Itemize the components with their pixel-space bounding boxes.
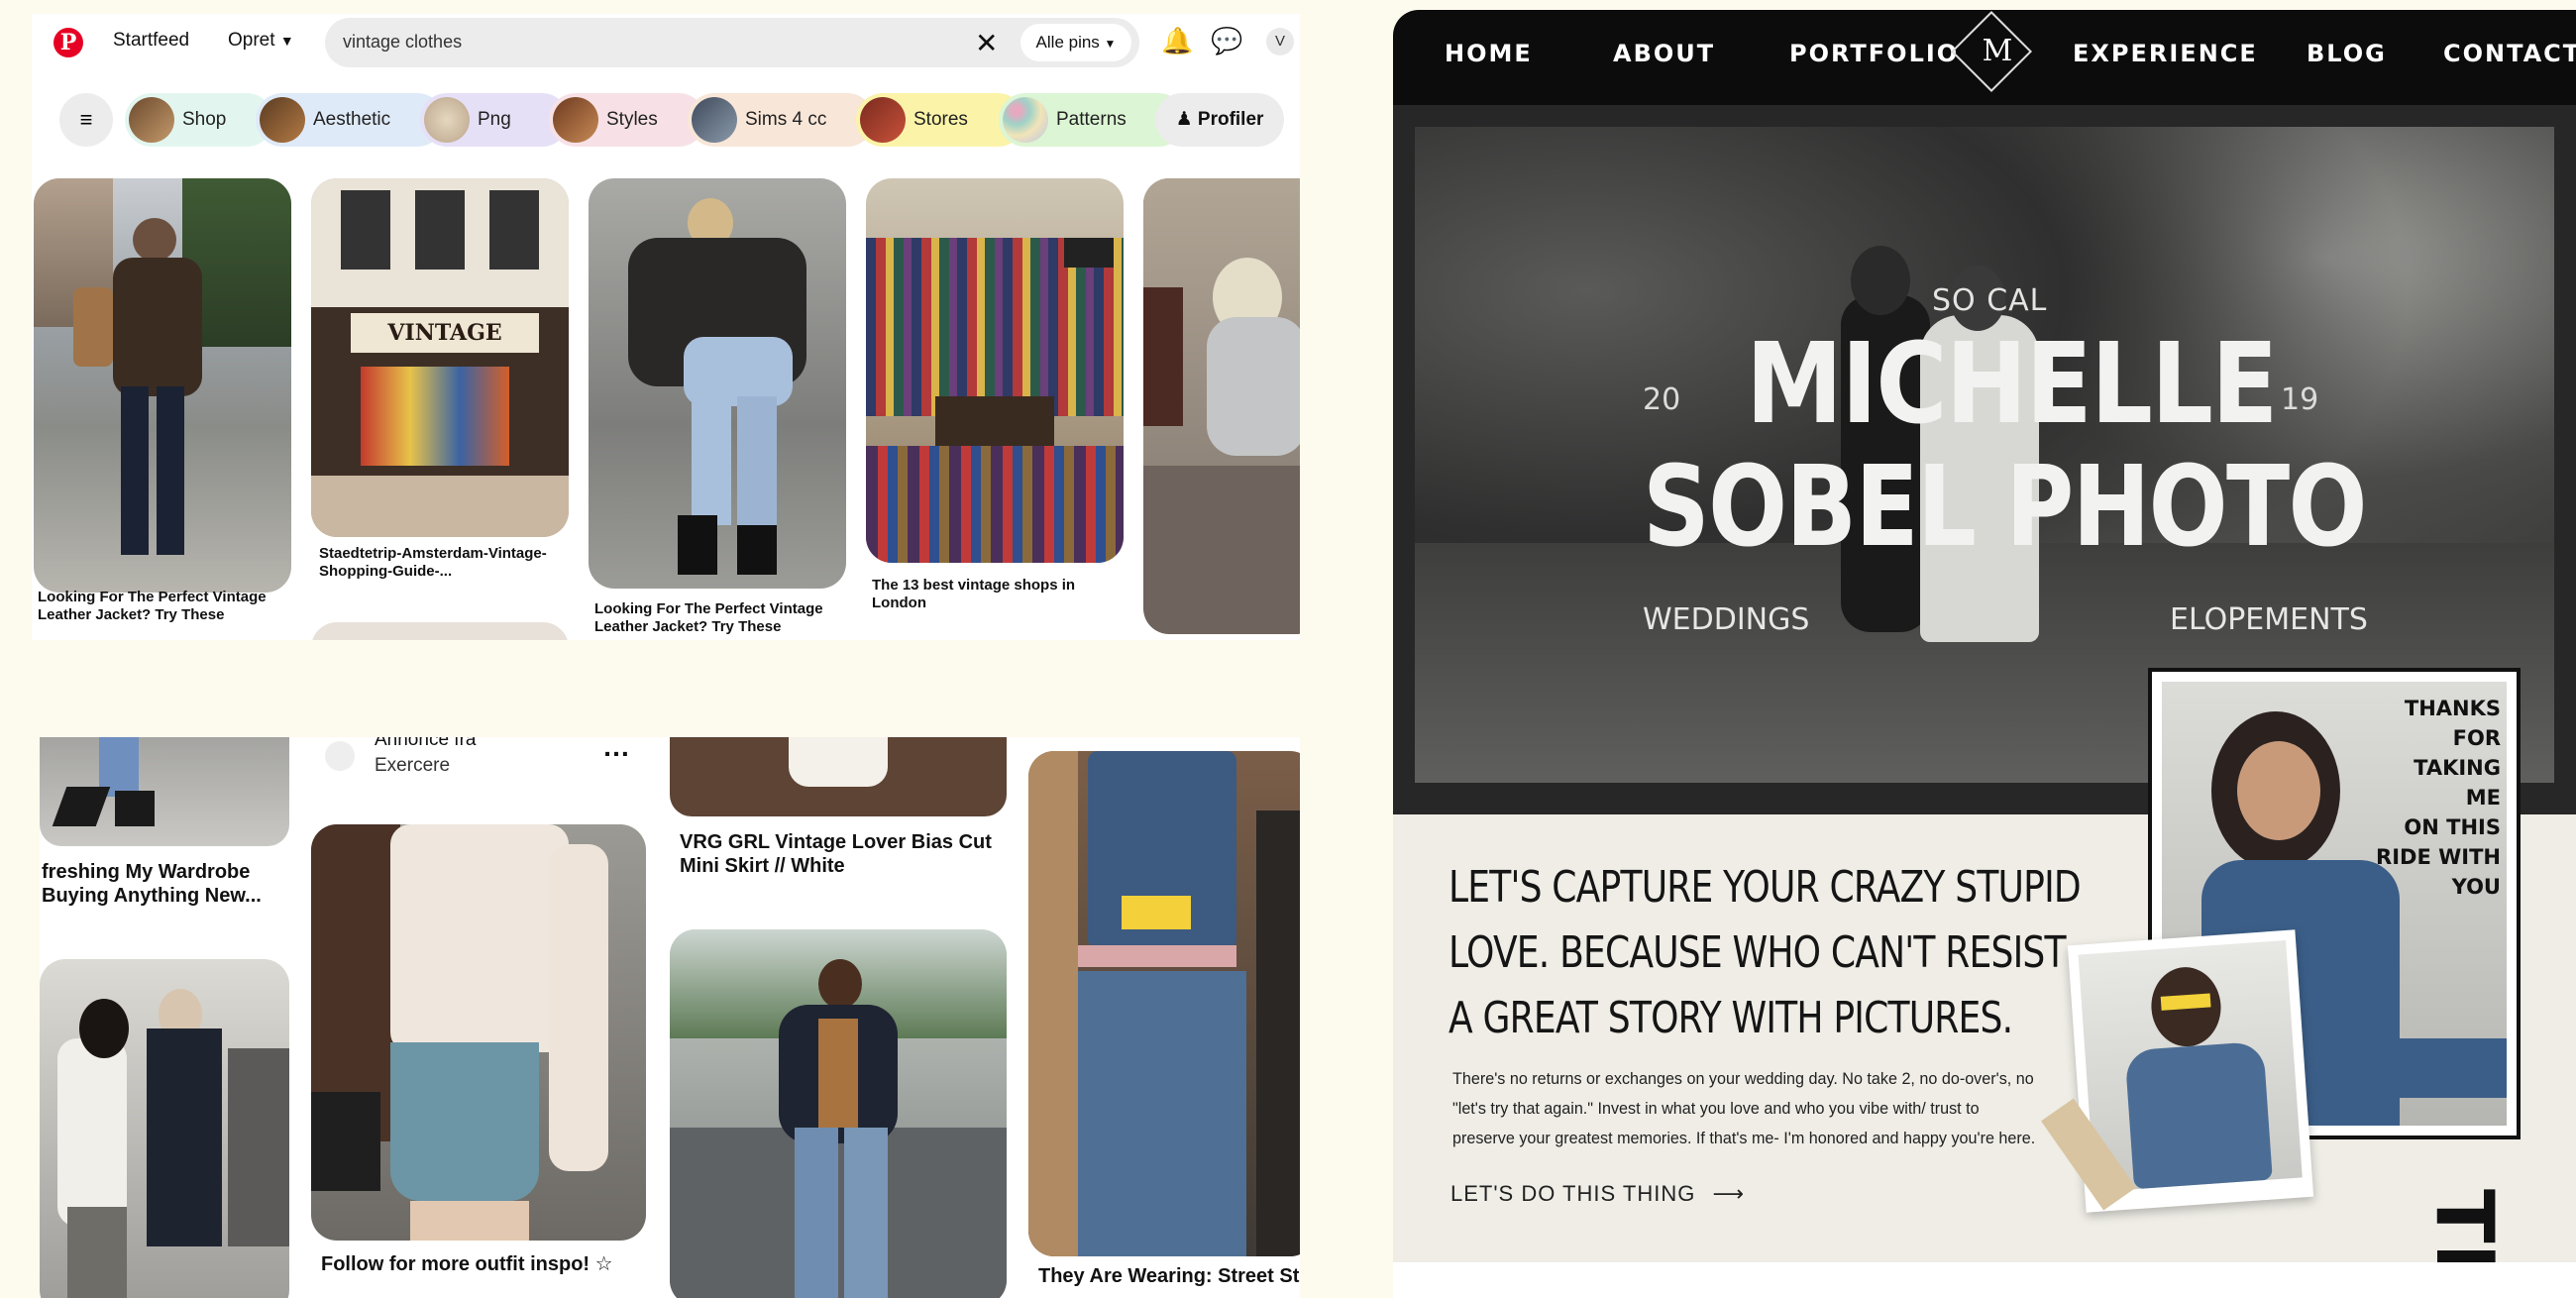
photo-note-line: TAKING ME <box>2414 756 2501 810</box>
shop-sign: VINTAGE <box>351 313 539 353</box>
cta-link[interactable]: LET'S DO THIS THING ⟶ <box>1450 1181 1745 1207</box>
chevron-down-icon: ▼ <box>1104 37 1117 51</box>
nav-contact[interactable]: CONTACT <box>2443 40 2576 67</box>
pin-caption[interactable]: The 13 best vintage shops in London <box>872 577 1120 612</box>
hero-title-line2: SOBEL PHOTO <box>1643 443 2367 572</box>
ad-source[interactable]: Exercere <box>375 755 450 777</box>
pinterest-feed-window: freshing My Wardrobe Buying Anything New… <box>40 737 1300 1298</box>
chip-sims-4-cc[interactable]: Sims 4 cc <box>688 93 874 147</box>
photo-note-line: FOR <box>2452 726 2501 750</box>
pin-caption[interactable]: Follow for more outfit inspo! ☆ <box>321 1252 648 1276</box>
pin-image-woman-leather-jacket[interactable] <box>34 178 291 593</box>
pin-image-denim-jacket-man[interactable] <box>670 929 1007 1298</box>
nav-home[interactable]: HOME <box>1445 40 1533 67</box>
pin-caption[interactable]: Staedtetrip-Amsterdam-Vintage-Shopping-G… <box>319 545 567 581</box>
nav-portfolio[interactable]: PORTFOLIO <box>1789 40 1959 67</box>
arrow-right-icon: ⟶ <box>1712 1181 1745 1206</box>
pinterest-logo-icon[interactable]: P <box>54 28 83 57</box>
chip-thumbnail <box>129 97 174 143</box>
chevron-down-icon: ▼ <box>279 33 294 49</box>
pin-image-woman-sunglasses[interactable] <box>1143 178 1300 634</box>
person-icon: ♟ <box>1175 109 1193 130</box>
chip-label: Sims 4 cc <box>745 109 827 130</box>
pin-image-street-crowd[interactable] <box>40 959 289 1298</box>
chip-thumbnail <box>1003 97 1048 143</box>
pin-caption[interactable]: VRG GRL Vintage Lover Bias Cut Mini Skir… <box>680 830 1007 878</box>
avatar[interactable]: V <box>1266 28 1294 55</box>
tagline-line2: LOVE. BECAUSE WHO CAN'T RESIST <box>1449 927 2067 978</box>
search-input[interactable]: vintage clothes ✕ Alle pins ▼ <box>325 18 1139 67</box>
pin-image-denim-outfit[interactable] <box>1028 751 1300 1256</box>
chip-thumbnail <box>553 97 598 143</box>
pin-caption[interactable]: Looking For The Perfect Vintage Leather … <box>594 600 842 636</box>
site-navbar: HOME ABOUT PORTFOLIO M EXPERIENCE BLOG C… <box>1393 10 2576 105</box>
advertiser-avatar[interactable] <box>325 741 355 771</box>
search-query: vintage clothes <box>343 32 463 52</box>
chip-thumbnail <box>860 97 906 143</box>
photo-note-line: ON THIS <box>2404 815 2501 839</box>
nav-create-label: Opret <box>228 30 275 51</box>
photo-note-line: YOU <box>2451 875 2501 899</box>
pin-image-woman-jeans-chair[interactable] <box>589 178 846 589</box>
tagline-line3: A GREAT STORY WITH PICTURES. <box>1449 993 2013 1043</box>
photo-note-line: THANKS <box>2404 697 2501 720</box>
pin-image-partial-skirt[interactable] <box>670 737 1007 816</box>
pin-caption[interactable]: Looking For The Perfect Vintage Leather … <box>38 589 285 624</box>
chip-label: Png <box>478 109 511 130</box>
chip-aesthetic[interactable]: Aesthetic <box>256 93 444 147</box>
profiles-label: Profiler <box>1197 109 1264 130</box>
chip-label: Stores <box>913 109 968 130</box>
photo-note: THANKS FOR TAKING ME ON THIS RIDE WITH Y… <box>2372 694 2501 902</box>
site-logo[interactable]: M <box>1978 34 2017 68</box>
chip-thumbnail <box>424 97 470 143</box>
intro-paragraph: There's no returns or exchanges on your … <box>1452 1069 2036 1147</box>
hero-elopements-label: ELOPEMENTS <box>2170 602 2368 637</box>
nav-home-link[interactable]: Startfeed <box>113 30 189 52</box>
pin-image-vintage-shop-interior[interactable] <box>866 178 1124 563</box>
hero-weddings-label: WEDDINGS <box>1643 602 1810 637</box>
chip-thumbnail <box>692 97 737 143</box>
more-options-icon[interactable]: … <box>602 737 630 763</box>
nav-blog[interactable]: BLOG <box>2307 40 2387 67</box>
pin-filter-label: Alle pins <box>1035 33 1100 52</box>
nav-about[interactable]: ABOUT <box>1613 40 1715 67</box>
photo-note-line: RIDE WITH <box>2376 845 2501 869</box>
pin-image-vintage-shopfront[interactable]: VINTAGE <box>311 178 569 537</box>
chip-label: Patterns <box>1056 109 1127 130</box>
photography-website: HOME ABOUT PORTFOLIO M EXPERIENCE BLOG C… <box>1393 10 2576 1298</box>
filter-settings-icon[interactable]: ≡ <box>59 93 113 147</box>
chip-thumbnail <box>260 97 305 143</box>
pin-image-sheer-top-outfit[interactable] <box>311 824 646 1241</box>
chip-styles[interactable]: Styles <box>549 93 705 147</box>
pin-filter-dropdown[interactable]: Alle pins ▼ <box>1020 24 1131 61</box>
tagline-line1: LET'S CAPTURE YOUR CRAZY STUPID <box>1449 862 2082 913</box>
hero-kicker: SO CAL <box>1932 283 2048 318</box>
chip-label: Styles <box>606 109 658 130</box>
hero-year-left: 20 <box>1643 382 1681 417</box>
chip-png[interactable]: Png <box>420 93 569 147</box>
ad-title: Annonce fra <box>375 737 477 750</box>
chip-label: Shop <box>182 109 227 130</box>
next-section-strip <box>1393 1262 2576 1298</box>
pin-caption[interactable]: They Are Wearing: Street St <box>1038 1264 1300 1288</box>
profiles-button[interactable]: ♟ Profiler <box>1155 93 1284 147</box>
pin-image-partial-shoes[interactable] <box>40 737 289 846</box>
hero-year-right: 19 <box>2281 382 2319 417</box>
notifications-bell-icon[interactable]: 🔔 <box>1161 26 1193 56</box>
pin-caption[interactable]: freshing My Wardrobe Buying Anything New… <box>42 860 289 908</box>
pin-image-partial[interactable] <box>311 622 569 640</box>
cta-label: LET'S DO THIS THING <box>1450 1181 1696 1206</box>
messages-icon[interactable]: 💬 <box>1211 26 1242 56</box>
hero-title-line1: MICHELLE <box>1746 320 2279 449</box>
chip-shop[interactable]: Shop <box>125 93 273 147</box>
nav-experience[interactable]: EXPERIENCE <box>2073 40 2258 67</box>
clear-search-icon[interactable]: ✕ <box>975 27 998 59</box>
chip-label: Aesthetic <box>313 109 391 130</box>
nav-create-menu[interactable]: Opret ▼ <box>228 30 294 52</box>
pinterest-search-window: P Startfeed Opret ▼ vintage clothes ✕ Al… <box>32 14 1300 640</box>
